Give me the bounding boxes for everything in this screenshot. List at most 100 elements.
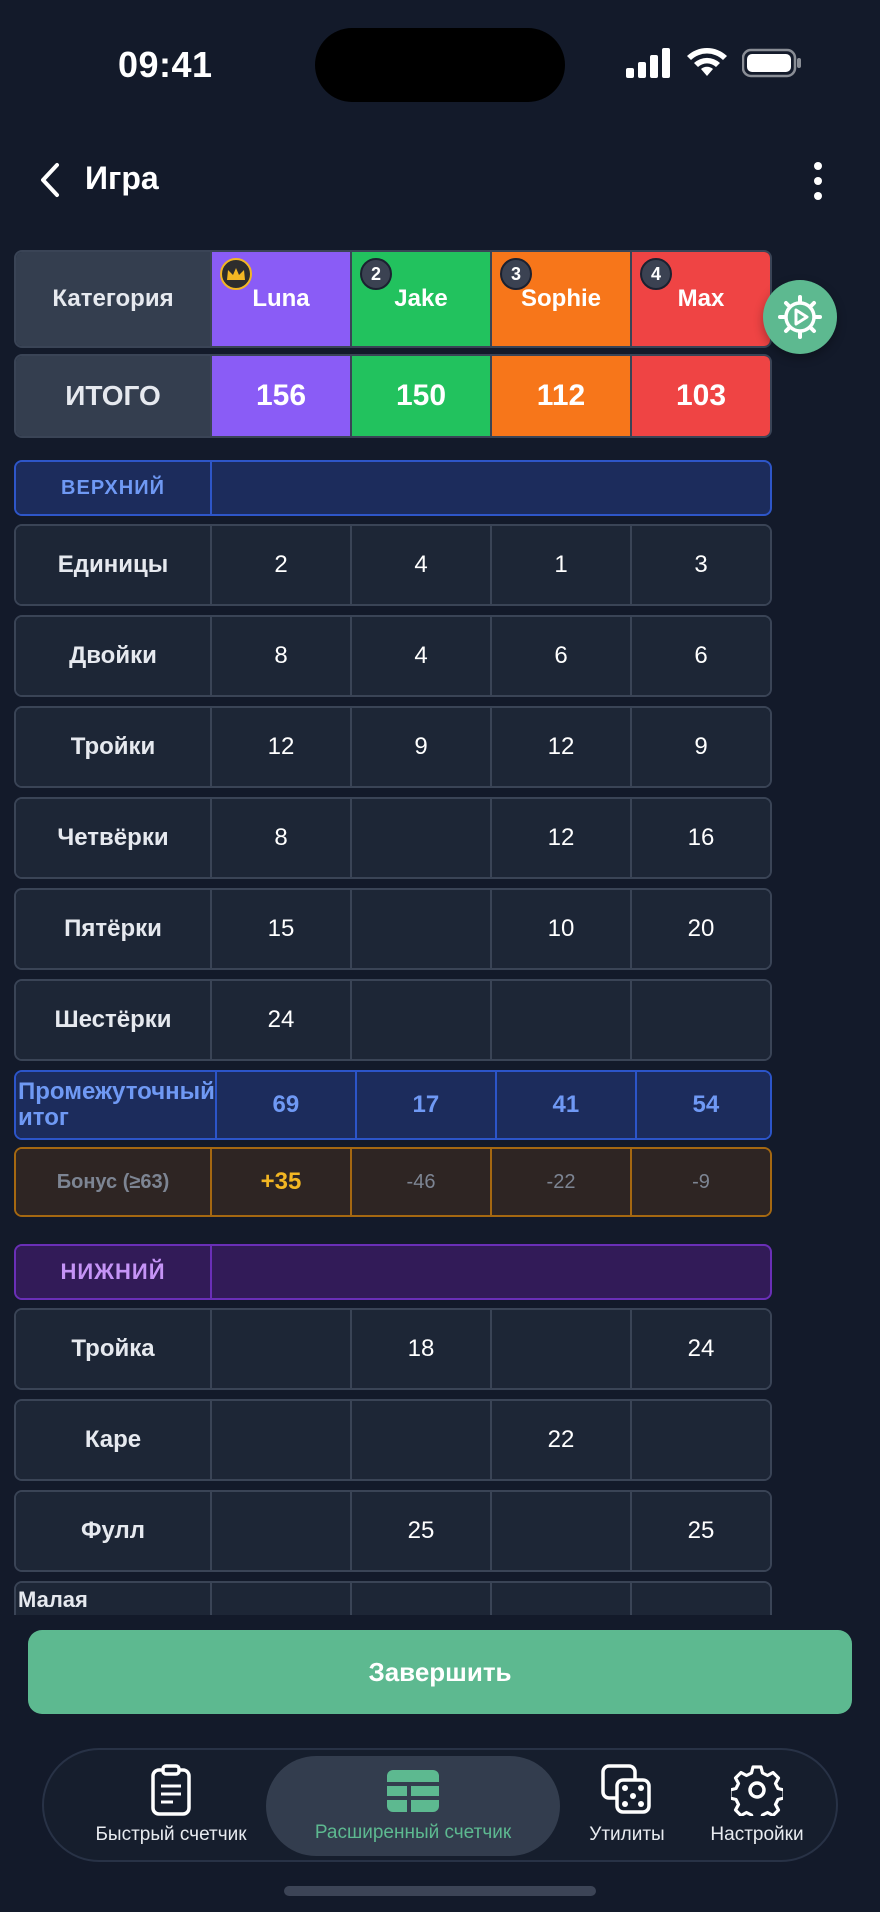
tab-extended-counter[interactable]: Расширенный счетчик [266, 1756, 560, 1856]
score-cell[interactable] [210, 1310, 350, 1388]
score-cell[interactable] [210, 1583, 350, 1615]
score-cell[interactable] [350, 981, 490, 1059]
row-label: Пятёрки [16, 890, 210, 968]
score-cell[interactable] [350, 1401, 490, 1479]
score-row-fours: Четвёрки 8 12 16 [14, 797, 772, 879]
lower-section-header: НИЖНИЙ [14, 1244, 772, 1300]
gear-icon [731, 1765, 783, 1816]
more-options-button[interactable] [806, 162, 830, 200]
score-cell[interactable]: 4 [350, 526, 490, 604]
score-cell[interactable]: 4 [350, 617, 490, 695]
table-settings-button[interactable] [763, 280, 837, 354]
score-cell[interactable]: 16 [630, 799, 770, 877]
score-cell[interactable]: 3 [630, 526, 770, 604]
status-icons [626, 48, 802, 78]
tab-label: Утилиты [589, 1824, 665, 1845]
score-cell[interactable] [350, 1583, 490, 1615]
tab-utilities[interactable]: Утилиты [562, 1750, 692, 1860]
subtotal-value: 69 [214, 1072, 355, 1138]
subtotal-row: Промежуточный итог 69 17 41 54 [14, 1070, 772, 1140]
score-cell[interactable]: 10 [490, 890, 630, 968]
score-row-three-of-a-kind: Тройка 18 24 [14, 1308, 772, 1390]
row-label: Каре [16, 1401, 210, 1479]
total-value: 156 [210, 356, 350, 436]
upper-section-label: ВЕРХНИЙ [16, 462, 210, 514]
score-cell[interactable] [490, 1492, 630, 1570]
tab-label: Настройки [710, 1824, 804, 1845]
score-cell[interactable] [210, 1492, 350, 1570]
score-cell[interactable]: 24 [210, 981, 350, 1059]
status-time: 09:41 [118, 44, 213, 85]
score-cell[interactable] [350, 799, 490, 877]
rank-badge: 4 [640, 258, 672, 290]
row-label: Двойки [16, 617, 210, 695]
score-cell[interactable] [490, 1583, 630, 1615]
score-row-four-of-a-kind: Каре 22 [14, 1399, 772, 1481]
score-cell[interactable]: 25 [350, 1492, 490, 1570]
score-cell[interactable] [350, 890, 490, 968]
total-value: 112 [490, 356, 630, 436]
score-cell[interactable] [630, 981, 770, 1059]
score-cell[interactable]: 1 [490, 526, 630, 604]
total-value: 103 [630, 356, 770, 436]
tab-label: Быстрый счетчик [95, 1824, 247, 1845]
total-label: ИТОГО [16, 356, 210, 436]
score-cell[interactable]: 12 [490, 799, 630, 877]
total-value: 150 [350, 356, 490, 436]
finish-game-button[interactable]: Завершить [28, 1630, 852, 1714]
score-cell[interactable]: 24 [630, 1310, 770, 1388]
subtotal-value: 41 [494, 1072, 635, 1138]
home-indicator [284, 1886, 596, 1896]
score-cell[interactable]: 8 [210, 799, 350, 877]
score-cell[interactable] [210, 1401, 350, 1479]
bonus-value: +35 [210, 1149, 350, 1215]
player-column-luna[interactable]: Luna [210, 252, 350, 346]
score-row-threes: Тройки 12 9 12 9 [14, 706, 772, 788]
player-column-max[interactable]: 4 Max [630, 252, 770, 346]
score-cell[interactable]: 12 [490, 708, 630, 786]
player-column-sophie[interactable]: 3 Sophie [490, 252, 630, 346]
status-bar: 09:41 [0, 0, 880, 130]
score-cell[interactable]: 8 [210, 617, 350, 695]
score-cell[interactable] [630, 1401, 770, 1479]
score-cell[interactable] [490, 1310, 630, 1388]
more-dot-icon [814, 192, 822, 200]
back-button[interactable] [30, 158, 70, 202]
dynamic-island [315, 28, 565, 102]
dice-icon [601, 1764, 651, 1814]
tab-quick-counter[interactable]: Быстрый счетчик [74, 1750, 268, 1860]
total-row: ИТОГО 156 150 112 103 [14, 354, 772, 438]
score-cell[interactable] [630, 1583, 770, 1615]
player-column-jake[interactable]: 2 Jake [350, 252, 490, 346]
tab-settings[interactable]: Настройки [692, 1750, 822, 1860]
score-cell[interactable]: 6 [490, 617, 630, 695]
upper-section-header: ВЕРХНИЙ [14, 460, 772, 516]
row-label: Четвёрки [16, 799, 210, 877]
row-label: Шестёрки [16, 981, 210, 1059]
score-cell[interactable]: 15 [210, 890, 350, 968]
score-cell[interactable]: 9 [350, 708, 490, 786]
battery-icon [742, 48, 801, 78]
bonus-value: -22 [490, 1149, 630, 1215]
more-dot-icon [814, 177, 822, 185]
bonus-row: Бонус (≥63) +35 -46 -22 -9 [14, 1147, 772, 1217]
page-title: Игра [85, 160, 159, 196]
score-cell[interactable] [490, 981, 630, 1059]
score-cell[interactable]: 9 [630, 708, 770, 786]
bottom-tab-bar: Быстрый счетчик Расширенный счетчик Утил… [42, 1748, 838, 1862]
more-dot-icon [814, 162, 822, 170]
section-fill [210, 1246, 770, 1298]
rank-badge: 3 [500, 258, 532, 290]
score-cell[interactable]: 12 [210, 708, 350, 786]
score-cell[interactable]: 22 [490, 1401, 630, 1479]
score-cell[interactable]: 18 [350, 1310, 490, 1388]
score-cell[interactable]: 20 [630, 890, 770, 968]
score-cell[interactable]: 2 [210, 526, 350, 604]
tab-label: Расширенный счетчик [314, 1822, 512, 1843]
rank-badge: 2 [360, 258, 392, 290]
row-label: Малая [16, 1583, 210, 1615]
score-cell[interactable]: 6 [630, 617, 770, 695]
score-cell[interactable]: 25 [630, 1492, 770, 1570]
row-label: Тройка [16, 1310, 210, 1388]
crown-icon [220, 258, 252, 290]
